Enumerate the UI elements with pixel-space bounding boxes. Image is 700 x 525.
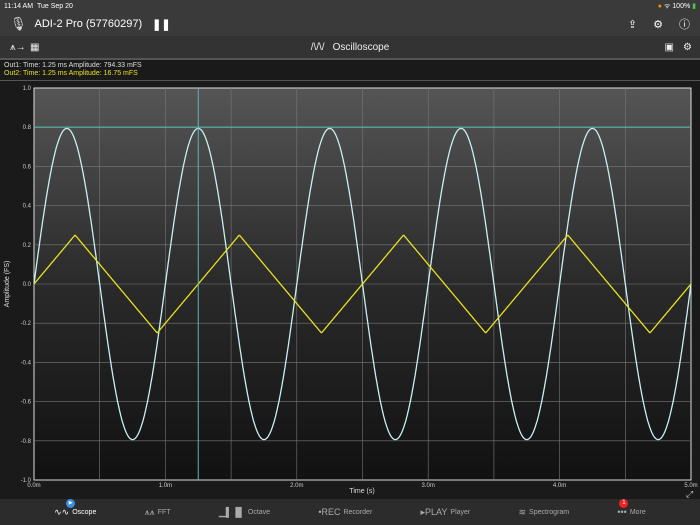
- tab-more[interactable]: ••• More 1: [617, 499, 646, 517]
- x-tick-label: 4.0m: [553, 483, 566, 489]
- y-tick-label: 1.0: [23, 86, 32, 92]
- battery-icon: ▮: [692, 2, 696, 10]
- cursor-readout: Out1: Time: 1.25 ms Amplitude: 794.33 mF…: [4, 62, 142, 78]
- info-icon[interactable]: ⓘ: [679, 16, 690, 32]
- x-tick-label: 1.0m: [159, 483, 172, 489]
- x-axis-label: Time (s): [349, 488, 374, 495]
- y-tick-label: -0.8: [21, 439, 32, 445]
- tab-label: Spectrogram: [529, 508, 570, 516]
- tab-oscope[interactable]: ∿∿ Oscope ▶: [54, 498, 97, 518]
- microphone-icon[interactable]: 🎙︎: [10, 16, 27, 32]
- octave-icon: ▁▌▐▌: [218, 506, 245, 517]
- y-tick-label: 0.0: [23, 282, 32, 288]
- y-tick-label: 0.2: [23, 243, 32, 249]
- player-icon: ▸PLAY: [420, 506, 448, 517]
- out2-readout: Out2: Time: 1.25 ms Amplitude: 16.75 mFS: [4, 70, 138, 77]
- oscilloscope-icon: /\/\/: [310, 41, 325, 53]
- x-tick-label: 2.0m: [290, 483, 303, 489]
- spectrogram-icon: ≋: [518, 506, 527, 517]
- tab-label: Octave: [247, 508, 271, 516]
- recorder-icon: •REC: [318, 507, 341, 517]
- y-tick-label: 0.4: [23, 204, 32, 210]
- tab-fft[interactable]: ⩚⩚ FFT: [145, 507, 171, 518]
- fft-icon: ⩚⩚: [144, 506, 155, 517]
- date: Tue Sep 20: [36, 2, 73, 10]
- chart-view-icon[interactable]: ▣: [665, 42, 674, 53]
- more-icon: •••: [617, 507, 627, 517]
- tab-player[interactable]: ▸PLAY Player: [421, 507, 471, 518]
- tab-octave[interactable]: ▁▌▐▌ Octave: [219, 507, 270, 518]
- share-icon[interactable]: ⇪: [628, 18, 637, 31]
- tab-spectrogram[interactable]: ≋ Spectrogram: [519, 507, 570, 518]
- top-bar: 🎙︎ ADI-2 Pro (57760297) ❚❚ ⇪ ⚙ ⓘ: [0, 12, 700, 36]
- y-tick-label: 0.8: [23, 125, 32, 131]
- tab-recorder[interactable]: •REC Recorder: [318, 507, 372, 517]
- page-title: Oscilloscope: [332, 41, 390, 53]
- clock: 11:14 AM: [4, 2, 34, 10]
- x-tick-label: 0.0m: [27, 483, 40, 489]
- notification-badge: 1: [619, 499, 629, 508]
- tab-label: Player: [450, 508, 471, 516]
- tab-bar: ∿∿ Oscope ▶ ⩚⩚ FFT ▁▌▐▌ Octave •REC Recorder ▸PLA…: [0, 498, 700, 525]
- y-tick-label: -0.6: [21, 400, 32, 406]
- signal-generator-icon[interactable]: ⩚→: [10, 42, 26, 53]
- expand-icon[interactable]: ⤢: [685, 489, 693, 499]
- file-icon[interactable]: ▦: [30, 42, 39, 53]
- device-name[interactable]: ADI-2 Pro (57760297): [35, 18, 143, 30]
- out1-readout: Out1: Time: 1.25 ms Amplitude: 794.33 mF…: [4, 62, 142, 69]
- status-bar: 11:14 AM Tue Sep 20 ● ᯤ 100% ▮: [0, 0, 700, 12]
- tab-label: FFT: [157, 508, 171, 516]
- toolbar: ⩚→ ▦ /\/\/ Oscilloscope ▣ ⚙: [0, 36, 700, 60]
- tab-label: Oscope: [72, 508, 97, 516]
- gear-icon[interactable]: ⚙: [683, 42, 692, 53]
- pause-button[interactable]: ❚❚: [152, 18, 170, 31]
- y-axis-label: Amplitude (FS): [4, 261, 11, 308]
- battery-level: 100%: [672, 2, 691, 10]
- settings-icon[interactable]: ⚙: [653, 18, 663, 31]
- x-tick-label: 3.0m: [422, 483, 435, 489]
- y-tick-label: -0.4: [21, 360, 32, 366]
- active-play-icon: ▶: [66, 498, 76, 508]
- oscope-icon: ∿∿: [54, 506, 70, 517]
- tab-label: More: [629, 508, 646, 516]
- oscilloscope-plot[interactable]: 1.00.80.60.40.20.0-0.2-0.4-0.6-0.8-1.00.…: [0, 81, 700, 499]
- y-tick-label: -0.2: [21, 321, 32, 327]
- y-tick-label: 0.6: [23, 164, 32, 170]
- tab-label: Recorder: [343, 508, 373, 516]
